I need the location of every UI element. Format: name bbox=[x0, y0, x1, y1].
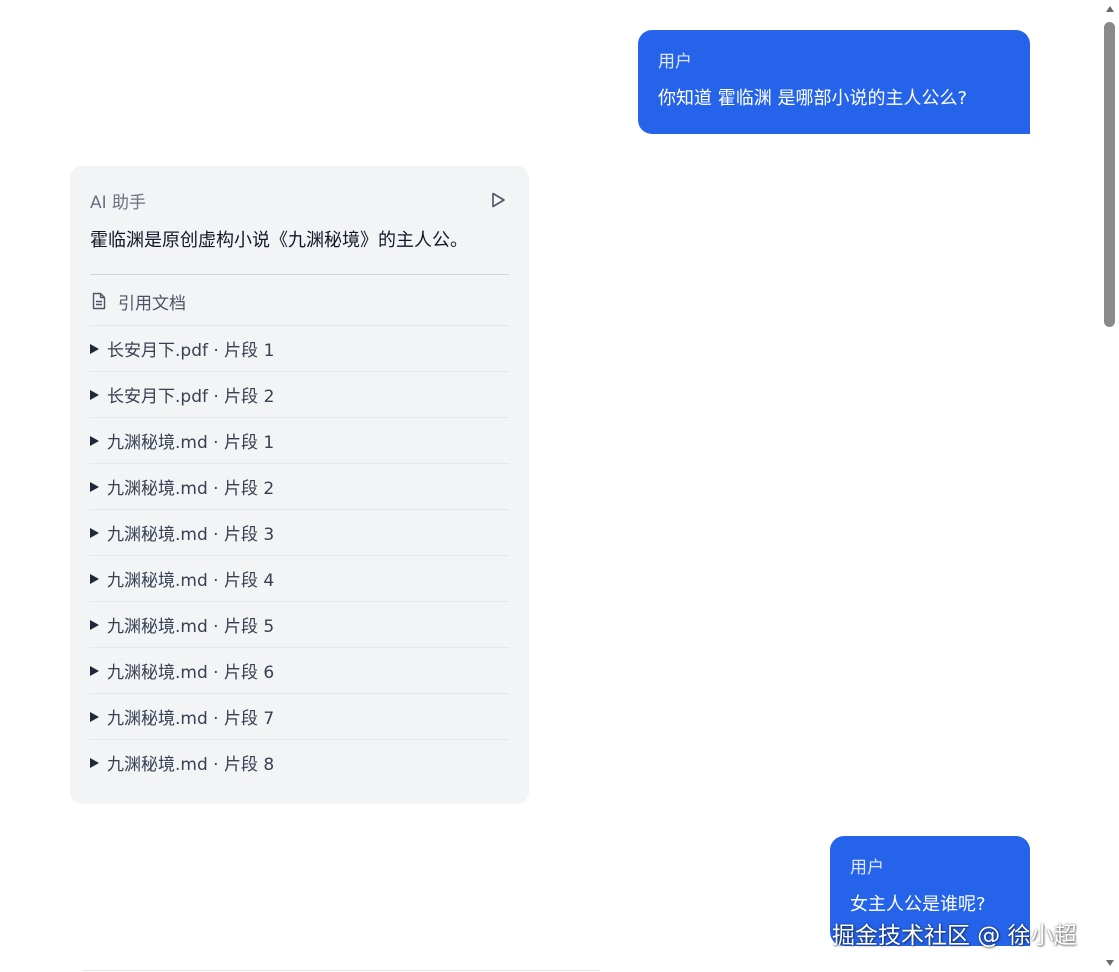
reference-label: 长安月下.pdf · 片段 2 bbox=[107, 387, 275, 407]
expand-triangle-icon bbox=[90, 711, 99, 722]
watermark: 掘金技术社区 @ 徐小超 bbox=[832, 923, 1077, 949]
document-icon bbox=[92, 292, 106, 310]
reference-label: 九渊秘境.md · 片段 2 bbox=[107, 479, 275, 499]
divider bbox=[90, 274, 509, 275]
reference-item[interactable]: 九渊秘境.md · 片段 4 bbox=[90, 555, 509, 601]
chat-container: 用户 你知道 霍临渊 是哪部小说的主人公么? AI 助手 霍临渊是原创虚构小说《… bbox=[0, 0, 1101, 972]
reference-label: 九渊秘境.md · 片段 5 bbox=[107, 617, 275, 637]
scroll-up-arrow-icon[interactable] bbox=[1106, 6, 1114, 12]
message-role-label: AI 助手 bbox=[90, 192, 147, 213]
expand-triangle-icon bbox=[90, 435, 99, 446]
reference-label: 九渊秘境.md · 片段 3 bbox=[107, 525, 275, 545]
expand-triangle-icon bbox=[90, 389, 99, 400]
user-message: 用户 你知道 霍临渊 是哪部小说的主人公么? bbox=[638, 30, 1030, 134]
message-text: 霍临渊是原创虚构小说《九渊秘境》的主人公。 bbox=[90, 230, 468, 251]
message-role-label: 用户 bbox=[850, 858, 884, 878]
ai-message-header: AI 助手 bbox=[90, 188, 509, 213]
expand-triangle-icon bbox=[90, 527, 99, 538]
message-text: 你知道 霍临渊 是哪部小说的主人公么? bbox=[658, 88, 967, 109]
references-list: 长安月下.pdf · 片段 1 长安月下.pdf · 片段 2 九渊秘境.md … bbox=[90, 325, 509, 785]
ai-message: AI 助手 霍临渊是原创虚构小说《九渊秘境》的主人公。 引用文档 长安月下.pd… bbox=[70, 166, 529, 804]
reference-label: 九渊秘境.md · 片段 8 bbox=[107, 755, 275, 775]
expand-triangle-icon bbox=[90, 665, 99, 676]
reference-item[interactable]: 九渊秘境.md · 片段 3 bbox=[90, 509, 509, 555]
scroll-thumb[interactable] bbox=[1104, 22, 1115, 327]
expand-triangle-icon bbox=[90, 481, 99, 492]
message-role-label: 用户 bbox=[658, 52, 692, 72]
reference-item[interactable]: 九渊秘境.md · 片段 5 bbox=[90, 601, 509, 647]
reference-label: 九渊秘境.md · 片段 7 bbox=[107, 709, 275, 729]
vertical-scrollbar[interactable] bbox=[1101, 0, 1119, 972]
play-icon bbox=[492, 192, 505, 208]
references-title: 引用文档 bbox=[118, 293, 186, 314]
scroll-down-arrow-icon[interactable] bbox=[1106, 960, 1114, 966]
reference-item[interactable]: 九渊秘境.md · 片段 7 bbox=[90, 693, 509, 739]
expand-triangle-icon bbox=[90, 757, 99, 768]
references-header: 引用文档 bbox=[90, 290, 509, 314]
message-text: 女主人公是谁呢? bbox=[850, 894, 986, 915]
play-button[interactable] bbox=[487, 189, 509, 211]
reference-label: 九渊秘境.md · 片段 6 bbox=[107, 663, 275, 683]
reference-label: 长安月下.pdf · 片段 1 bbox=[107, 341, 275, 361]
reference-item[interactable]: 长安月下.pdf · 片段 1 bbox=[90, 325, 509, 371]
reference-item[interactable]: 九渊秘境.md · 片段 2 bbox=[90, 463, 509, 509]
reference-item[interactable]: 九渊秘境.md · 片段 6 bbox=[90, 647, 509, 693]
reference-item[interactable]: 九渊秘境.md · 片段 8 bbox=[90, 739, 509, 785]
reference-label: 九渊秘境.md · 片段 4 bbox=[107, 571, 275, 591]
reference-label: 九渊秘境.md · 片段 1 bbox=[107, 433, 275, 453]
reference-item[interactable]: 长安月下.pdf · 片段 2 bbox=[90, 371, 509, 417]
reference-item[interactable]: 九渊秘境.md · 片段 1 bbox=[90, 417, 509, 463]
expand-triangle-icon bbox=[90, 573, 99, 584]
input-divider bbox=[82, 970, 600, 971]
expand-triangle-icon bbox=[90, 619, 99, 630]
expand-triangle-icon bbox=[90, 343, 99, 354]
